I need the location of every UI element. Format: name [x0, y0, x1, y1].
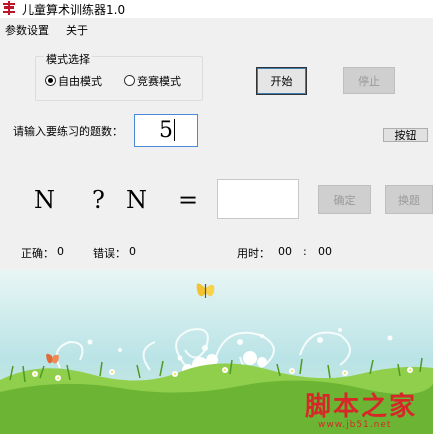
right-operand: N: [126, 186, 147, 214]
correct-label: 正确：: [21, 247, 54, 260]
radio-contest-mode[interactable]: [124, 75, 135, 86]
correct-count: 0: [57, 245, 64, 258]
left-operand: N: [34, 186, 55, 214]
window-title: 儿童算术训练器1.0: [22, 3, 126, 17]
question-count-label: 请输入要练习的题数：: [13, 125, 123, 138]
time-minutes: 00: [278, 245, 292, 258]
change-question-button[interactable]: 换题: [385, 185, 433, 214]
time-label: 用时：: [237, 247, 270, 260]
menu-item-settings[interactable]: 参数设置: [5, 22, 49, 38]
radio-free-mode[interactable]: [45, 75, 56, 86]
radio-free-mode-label[interactable]: 自由模式: [58, 73, 102, 89]
radio-contest-mode-label[interactable]: 竞赛模式: [137, 73, 181, 89]
app-logo-icon: [2, 1, 16, 15]
time-separator: :: [303, 245, 307, 258]
menu-item-about[interactable]: 关于: [66, 22, 88, 38]
answer-input[interactable]: [217, 179, 299, 219]
set-button[interactable]: 按钮: [383, 128, 428, 142]
watermark-text: 脚本之家: [305, 392, 418, 422]
time-seconds: 00: [318, 245, 332, 258]
confirm-button[interactable]: 确定: [318, 185, 371, 214]
wrong-label: 错误：: [93, 247, 126, 260]
watermark-url: www.jb51.net: [318, 420, 392, 430]
question-count-input[interactable]: 5: [134, 114, 198, 147]
start-button[interactable]: 开始: [256, 67, 307, 95]
stop-button[interactable]: 停止: [343, 67, 395, 94]
text-caret: [174, 119, 175, 141]
question-count-value: 5: [159, 118, 173, 143]
menu-bar: 参数设置 关于: [0, 19, 433, 39]
mode-group-label: 模式选择: [44, 51, 92, 67]
wrong-count: 0: [129, 245, 136, 258]
operator-sign: ?: [92, 186, 105, 214]
equals-sign: =: [178, 186, 199, 214]
